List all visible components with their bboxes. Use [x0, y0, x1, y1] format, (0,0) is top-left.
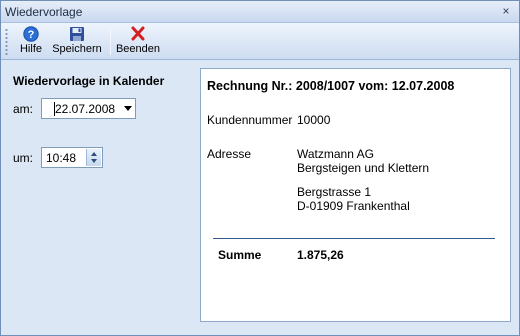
save-button[interactable]: Speichern	[49, 25, 105, 58]
date-picker[interactable]: 22.07.2008	[41, 98, 136, 119]
date-label: am:	[13, 102, 34, 116]
spin-up-icon[interactable]	[91, 152, 97, 156]
address-line-3: Bergstrasse 1	[297, 185, 372, 199]
address-label: Adresse	[207, 147, 252, 161]
toolbar: ? Hilfe Speichern Beenden	[1, 23, 519, 60]
help-icon: ?	[23, 26, 39, 42]
time-spin-buttons[interactable]	[86, 149, 101, 166]
red-x-icon	[131, 26, 145, 41]
sum-value: 1.875,26	[297, 248, 344, 262]
title-bar: Wiedervorlage ×	[1, 1, 519, 23]
help-button[interactable]: ? Hilfe	[15, 25, 47, 58]
floppy-disk-icon	[70, 27, 84, 41]
window: Wiedervorlage × ? Hilfe Speichern Beende…	[0, 0, 520, 336]
exit-button[interactable]: Beenden	[114, 25, 162, 58]
time-value[interactable]: 10:48	[46, 151, 76, 165]
window-title: Wiedervorlage	[5, 5, 83, 19]
help-label: Hilfe	[19, 43, 42, 55]
date-value[interactable]: 22.07.2008	[55, 102, 115, 116]
address-line-4: D-01909 Frankenthal	[297, 199, 410, 213]
spin-down-icon[interactable]	[91, 159, 97, 163]
sum-divider	[213, 238, 495, 239]
chevron-down-icon[interactable]	[124, 106, 132, 111]
save-label: Speichern	[52, 43, 102, 55]
invoice-heading: Rechnung Nr.: 2008/1007 vom: 12.07.2008	[207, 79, 455, 93]
close-icon[interactable]: ×	[499, 4, 513, 18]
sum-label: Summe	[218, 248, 262, 262]
toolbar-separator	[110, 28, 111, 55]
invoice-panel: Rechnung Nr.: 2008/1007 vom: 12.07.2008 …	[200, 68, 511, 322]
toolbar-grip[interactable]	[5, 28, 8, 55]
customer-number-label: Kundennummer	[207, 113, 293, 127]
exit-label: Beenden	[115, 43, 161, 55]
calendar-section-title: Wiedervorlage in Kalender	[13, 74, 165, 88]
address-line-1: Watzmann AG	[297, 147, 374, 161]
time-label: um:	[13, 151, 34, 165]
svg-text:?: ?	[28, 29, 35, 41]
customer-number-value: 10000	[297, 113, 331, 127]
address-line-2: Bergsteigen und Klettern	[297, 161, 430, 175]
time-stepper[interactable]: 10:48	[41, 147, 103, 168]
